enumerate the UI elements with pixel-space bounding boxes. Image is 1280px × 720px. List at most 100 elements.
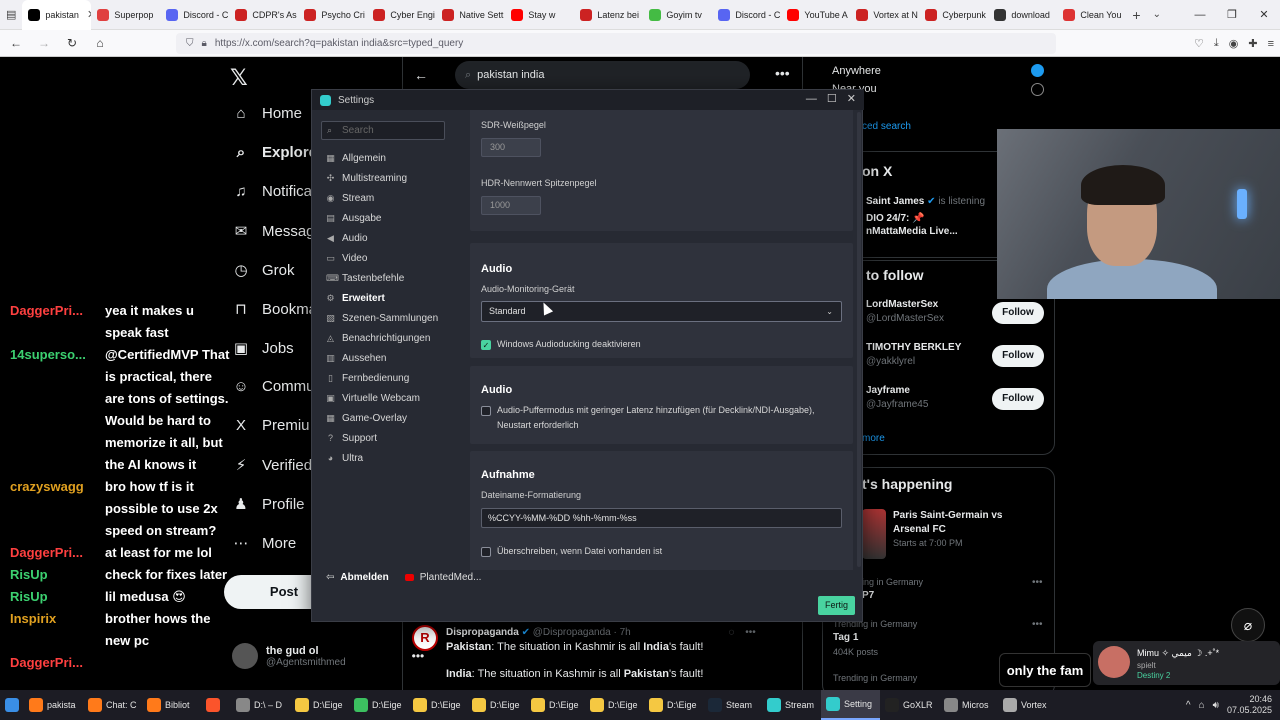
tweet-author[interactable]: Dispropaganda bbox=[446, 627, 519, 638]
taskbar-item[interactable]: D:\Eige bbox=[467, 690, 526, 720]
trend-more-icon[interactable]: ••• bbox=[1032, 577, 1043, 588]
location-option-anywhere[interactable]: Anywhere bbox=[832, 65, 881, 77]
account-switcher[interactable]: the gud ol @Agentsmithmed ••• bbox=[232, 643, 424, 669]
browser-tab[interactable]: Superpop bbox=[91, 0, 160, 30]
download-icon[interactable]: ⤓ bbox=[1214, 37, 1219, 50]
overwrite-label[interactable]: Überschreiben, wenn Datei vorhanden ist bbox=[497, 544, 662, 559]
event-image[interactable] bbox=[862, 509, 886, 559]
filename-input[interactable]: %CCYY-%MM-%DD %hh-%mm-%ss bbox=[481, 508, 842, 528]
chat-username[interactable]: DaggerPri... bbox=[10, 545, 83, 560]
chat-username[interactable]: Inspirix bbox=[10, 611, 56, 626]
overwrite-checkbox[interactable] bbox=[481, 547, 491, 557]
clock[interactable]: 20:46 07.05.2025 bbox=[1227, 694, 1272, 716]
x-nav-messag[interactable]: ✉ Messag bbox=[232, 222, 315, 241]
taskbar-item[interactable]: D:\Eige bbox=[408, 690, 467, 720]
settings-menu-ausgabe[interactable]: ▤ Ausgabe bbox=[326, 213, 381, 224]
follow-button[interactable]: Follow bbox=[992, 302, 1044, 324]
radio-near-you[interactable] bbox=[1031, 83, 1044, 96]
settings-menu-erweitert[interactable]: ⚙ Erweitert bbox=[326, 293, 384, 304]
buffer-label-2[interactable]: Neustart erforderlich bbox=[497, 418, 579, 433]
grok-icon[interactable]: ◌ bbox=[729, 627, 735, 638]
event-title2[interactable]: Arsenal FC bbox=[893, 524, 946, 535]
browser-tab[interactable]: Psycho Cri bbox=[298, 0, 367, 30]
settings-menu-video[interactable]: ▭ Video bbox=[326, 253, 367, 264]
suggestion-name[interactable]: Jayframe bbox=[866, 385, 910, 396]
taskbar-item[interactable]: Steam bbox=[703, 690, 762, 720]
hdr-input[interactable]: 1000 bbox=[481, 196, 541, 215]
close-icon[interactable]: ✕ bbox=[847, 90, 856, 110]
account-icon[interactable]: ◉ bbox=[1229, 37, 1239, 50]
taskbar-item[interactable]: D:\Eige bbox=[644, 690, 703, 720]
x-nav-profile[interactable]: ♟ Profile bbox=[232, 495, 304, 514]
browser-tab[interactable]: Clean You bbox=[1057, 0, 1126, 30]
taskbar-item[interactable]: Micros bbox=[939, 690, 998, 720]
x-nav-home[interactable]: ⌂ Home bbox=[232, 105, 302, 122]
settings-menu-stream[interactable]: ◉ Stream bbox=[326, 193, 375, 204]
tweet-avatar[interactable]: R bbox=[412, 625, 438, 651]
settings-menu-szenen-sammlungen[interactable]: ▧ Szenen-Sammlungen bbox=[326, 313, 438, 324]
x-nav-verified[interactable]: ⚡ Verified bbox=[232, 456, 312, 475]
browser-tab[interactable]: CDPR's As bbox=[229, 0, 298, 30]
trend-name[interactable]: Tag 1 bbox=[833, 632, 858, 643]
taskbar-item[interactable]: Vortex bbox=[998, 690, 1057, 720]
chat-username[interactable]: DaggerPri... bbox=[10, 655, 83, 670]
settings-menu-tastenbefehle[interactable]: ⌨ Tastenbefehle bbox=[326, 273, 404, 284]
back-icon[interactable]: ← bbox=[4, 36, 28, 50]
done-button[interactable]: Fertig bbox=[818, 596, 855, 615]
buffer-label[interactable]: Audio-Puffermodus mit geringer Latenz hi… bbox=[497, 403, 815, 418]
trend-more-icon[interactable]: ••• bbox=[1032, 619, 1043, 630]
maximize-icon[interactable]: ☐ bbox=[827, 90, 837, 110]
taskbar-item[interactable]: D:\Eige bbox=[349, 690, 408, 720]
follow-button[interactable]: Follow bbox=[992, 388, 1044, 410]
dialog-titlebar[interactable]: Settings bbox=[312, 90, 864, 110]
follow-button[interactable]: Follow bbox=[992, 345, 1044, 367]
tab-overflow-icon[interactable]: ⌄ bbox=[1147, 0, 1167, 30]
start-button[interactable] bbox=[0, 690, 24, 720]
settings-menu-audio[interactable]: ◀ Audio bbox=[326, 233, 368, 244]
settings-menu-game-overlay[interactable]: ▦ Game-Overlay bbox=[326, 413, 407, 424]
settings-menu-multistreaming[interactable]: ✣ Multistreaming bbox=[326, 173, 407, 184]
network-icon[interactable]: ⌂ bbox=[1199, 700, 1205, 711]
x-nav-premiu[interactable]: X Premiu bbox=[232, 417, 310, 434]
taskbar-item[interactable]: Bibliot bbox=[142, 690, 201, 720]
live-user[interactable]: Saint James ✔ is listening bbox=[866, 196, 985, 207]
settings-search-input[interactable]: ⌕ Search bbox=[321, 121, 445, 140]
x-nav-jobs[interactable]: ▣ Jobs bbox=[232, 339, 294, 358]
ducking-checkbox[interactable]: ✓ bbox=[481, 340, 491, 350]
logout-button[interactable]: ⇦ Abmelden PlantedMed... bbox=[326, 572, 481, 583]
ducking-label[interactable]: Windows Audioducking deaktivieren bbox=[497, 337, 641, 352]
x-nav-notifica[interactable]: ♫ Notifica bbox=[232, 183, 312, 200]
x-logo-icon[interactable]: 𝕏 bbox=[230, 65, 248, 91]
settings-menu-aussehen[interactable]: ▥ Aussehen bbox=[326, 353, 386, 364]
settings-menu-support[interactable]: ? Support bbox=[326, 433, 377, 444]
x-nav-more[interactable]: ⋯ More bbox=[232, 534, 297, 553]
settings-menu-ultra[interactable]: ◕ Ultra bbox=[326, 453, 363, 464]
monitor-device-select[interactable]: Standard ⌄ bbox=[481, 301, 842, 322]
scrollbar[interactable] bbox=[857, 112, 861, 567]
pocket-icon[interactable]: ♡ bbox=[1194, 37, 1204, 50]
taskbar-item[interactable]: Setting bbox=[821, 690, 880, 720]
minimize-icon[interactable]: — bbox=[806, 90, 817, 110]
browser-tab[interactable]: Stay w bbox=[505, 0, 574, 30]
browser-tab[interactable]: YouTube A bbox=[781, 0, 850, 30]
show-more-link[interactable]: more bbox=[862, 433, 885, 444]
chat-username[interactable]: 14superso... bbox=[10, 347, 86, 362]
volume-icon[interactable]: 🔊︎ bbox=[1213, 700, 1219, 711]
taskbar-item[interactable]: D:\Eige bbox=[526, 690, 585, 720]
browser-tab[interactable]: Latenz bei bbox=[574, 0, 643, 30]
url-bar[interactable]: ⛉ 🔒︎ https://x.com/search?q=pakistan ind… bbox=[176, 33, 1056, 54]
taskbar-item[interactable] bbox=[201, 690, 231, 720]
x-nav-grok[interactable]: ◷ Grok bbox=[232, 261, 294, 280]
taskbar-item[interactable]: Chat: C bbox=[83, 690, 142, 720]
browser-tab[interactable]: Discord - C bbox=[160, 0, 229, 30]
more-icon[interactable]: ••• bbox=[775, 65, 790, 81]
menu-icon[interactable]: ≡ bbox=[1268, 38, 1274, 50]
chat-username[interactable]: RisUp bbox=[10, 589, 48, 604]
chat-username[interactable]: RisUp bbox=[10, 567, 48, 582]
taskbar-item[interactable]: GoXLR bbox=[880, 690, 939, 720]
taskbar-item[interactable]: Stream bbox=[762, 690, 821, 720]
buffer-checkbox[interactable] bbox=[481, 406, 491, 416]
browser-tab[interactable]: Native Sett bbox=[436, 0, 505, 30]
close-icon[interactable]: ✕ bbox=[1248, 0, 1280, 30]
browser-tab[interactable]: Goyim tv bbox=[643, 0, 712, 30]
